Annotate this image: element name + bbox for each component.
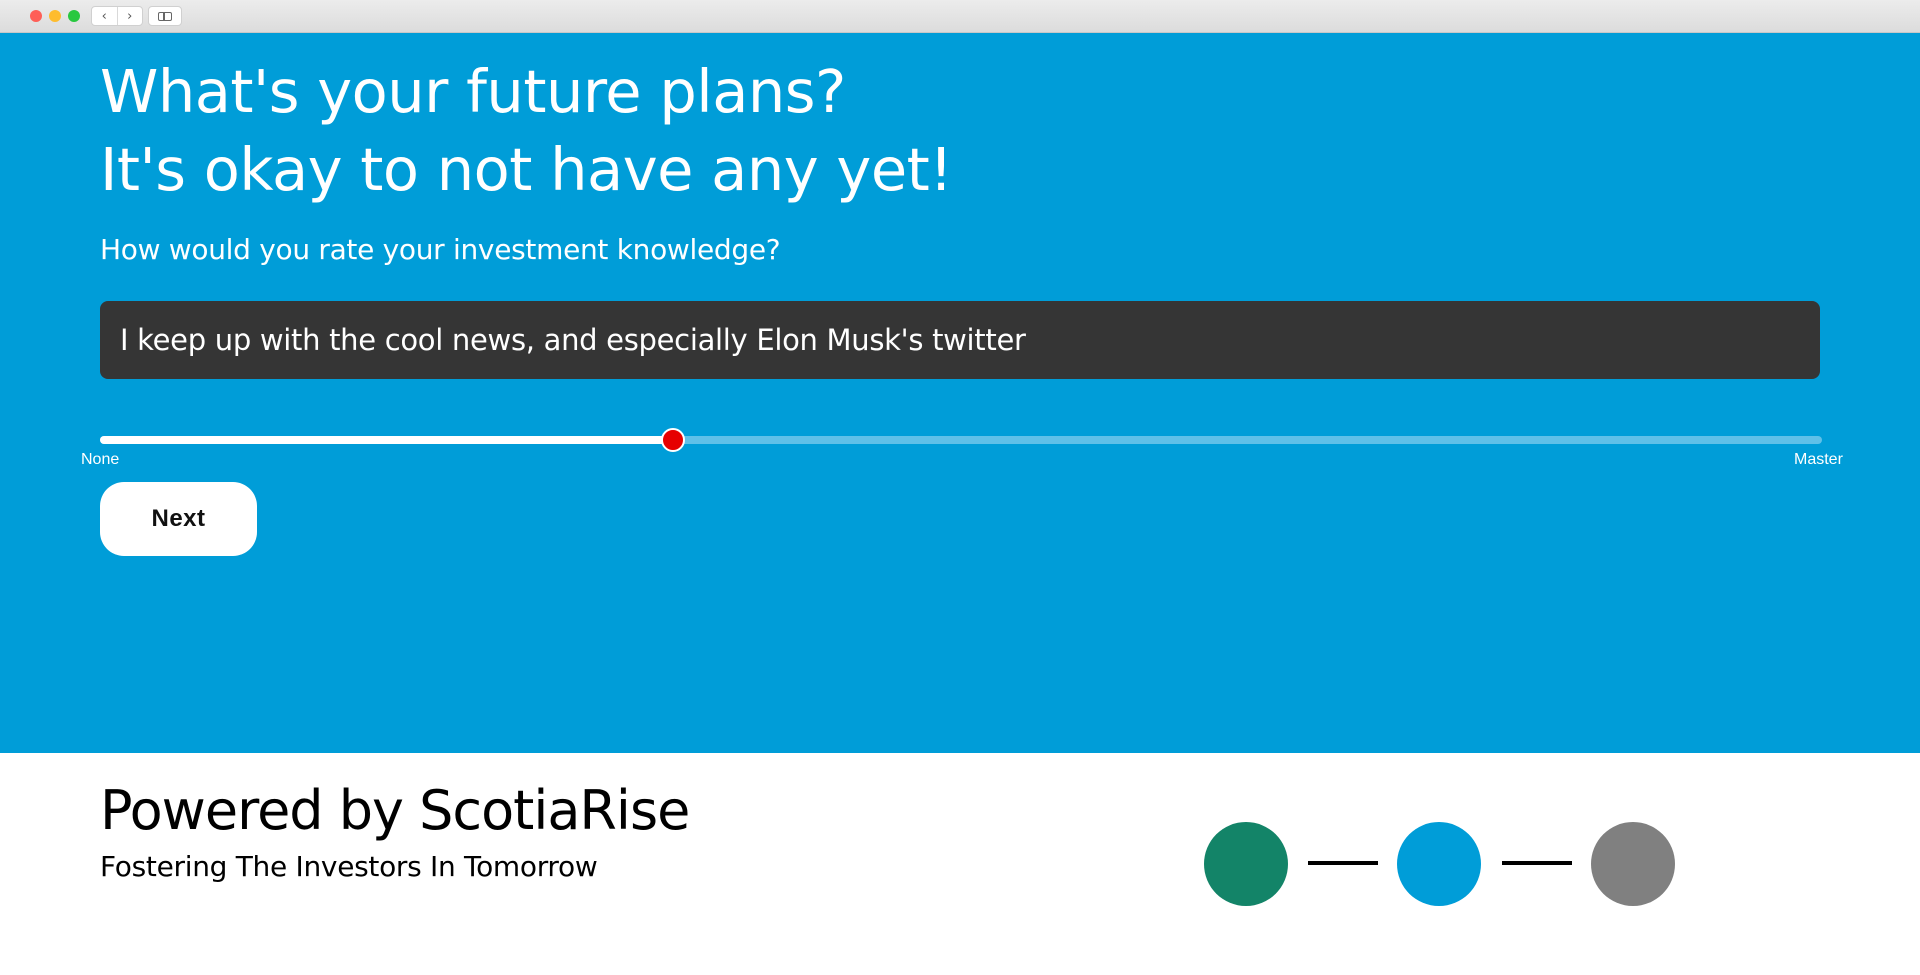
- slider-min-label: None: [81, 451, 120, 468]
- browser-toolbar: ‹ ›: [0, 0, 1920, 33]
- zoom-window-button[interactable]: [68, 10, 80, 22]
- sidebar-icon: [158, 11, 172, 21]
- sidebar-toggle-button[interactable]: [148, 6, 182, 26]
- next-button[interactable]: Next: [100, 482, 257, 556]
- questionnaire-panel: What's your future plans? It's okay to n…: [0, 33, 1920, 753]
- forward-icon[interactable]: ›: [116, 7, 143, 25]
- progress-step-2: [1397, 822, 1481, 906]
- page-headline: What's your future plans? It's okay to n…: [100, 53, 953, 209]
- slider-fill: [100, 436, 674, 444]
- progress-step-3: [1591, 822, 1675, 906]
- minimize-window-button[interactable]: [49, 10, 61, 22]
- headline-line-2: It's okay to not have any yet!: [100, 135, 953, 204]
- progress-connector-2: [1502, 861, 1572, 865]
- slider-thumb[interactable]: [661, 428, 686, 452]
- headline-line-1: What's your future plans?: [100, 57, 846, 126]
- slider-max-label: Master: [1794, 451, 1843, 468]
- question-text: How would you rate your investment knowl…: [100, 233, 781, 266]
- navigation-buttons: ‹ ›: [91, 6, 143, 26]
- footer-tagline: Fostering The Investors In Tomorrow: [100, 850, 598, 883]
- back-icon[interactable]: ‹: [92, 7, 117, 25]
- progress-step-1: [1204, 822, 1288, 906]
- knowledge-slider[interactable]: [100, 428, 1822, 452]
- footer-title: Powered by ScotiaRise: [100, 779, 690, 842]
- progress-connector-1: [1308, 861, 1378, 865]
- knowledge-answer-display: I keep up with the cool news, and especi…: [100, 301, 1820, 379]
- close-window-button[interactable]: [30, 10, 42, 22]
